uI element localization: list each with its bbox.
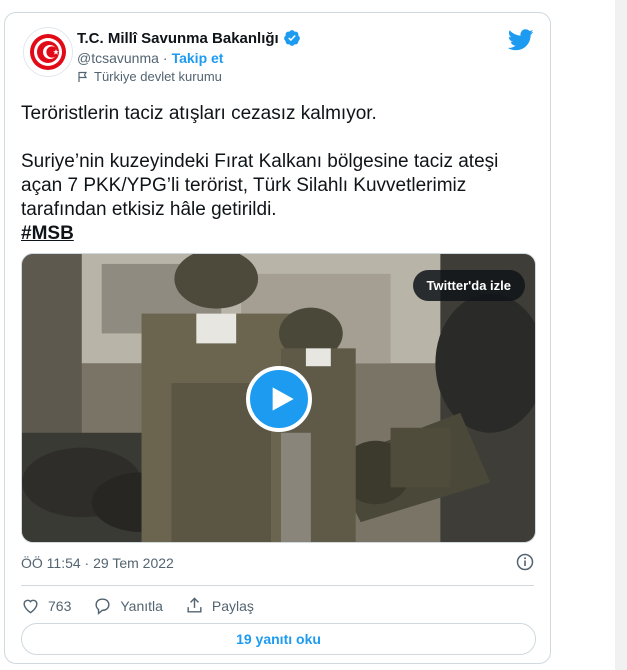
divider [21, 585, 534, 586]
name-row: T.C. Millî Savunma Bakanlığı [77, 29, 301, 47]
play-icon [272, 387, 294, 411]
scrollbar[interactable] [615, 0, 627, 670]
share-icon [187, 597, 202, 613]
handle-separator: · [162, 50, 168, 66]
watch-on-twitter-button[interactable]: Twitter'da izle [412, 270, 525, 301]
twitter-bird-icon[interactable] [508, 29, 534, 51]
like-button[interactable]: 763 [21, 596, 71, 615]
reply-button[interactable]: Yanıtla [93, 596, 163, 615]
tweet-line-1: Teröristlerin taciz atışları cezasız kal… [21, 103, 377, 124]
share-label: Paylaş [211, 597, 254, 614]
tweet-line-2: Suriye’nin kuzeyindeki Fırat Kalkanı böl… [21, 151, 499, 220]
video-thumbnail[interactable]: Twitter'da izle [21, 253, 536, 543]
read-replies-button[interactable]: 19 yanıtı oku [21, 623, 536, 655]
hashtag-link[interactable]: #MSB [21, 223, 74, 244]
like-count: 763 [48, 597, 72, 614]
tweet-timestamp[interactable]: ÖÖ 11:54 · 29 Tem 2022 [21, 555, 174, 571]
flag-icon [78, 71, 88, 82]
handle-row: @tcsavunma · Takip et [77, 50, 223, 66]
heart-icon [23, 599, 38, 614]
follow-link[interactable]: Takip et [172, 50, 224, 66]
government-label: Türkiye devlet kurumu [94, 69, 222, 84]
tweet-embed-card: T.C. Millî Savunma Bakanlığı @tcsavunma … [4, 12, 551, 664]
reply-bubble-icon [95, 598, 110, 615]
share-button[interactable]: Paylaş [185, 596, 254, 615]
display-name[interactable]: T.C. Millî Savunma Bakanlığı [77, 30, 279, 47]
verified-badge-icon [283, 29, 301, 47]
play-button[interactable] [246, 366, 312, 432]
account-handle[interactable]: @tcsavunma [77, 50, 159, 66]
account-avatar[interactable] [23, 27, 73, 77]
reply-label: Yanıtla [120, 597, 163, 614]
action-bar: 763 Yanıtla Paylaş [21, 596, 276, 615]
tweet-text: Teröristlerin taciz atışları cezasız kal… [21, 102, 531, 246]
government-label-row: Türkiye devlet kurumu [77, 69, 222, 84]
info-icon[interactable] [516, 553, 534, 571]
ministry-seal-icon [30, 34, 66, 70]
